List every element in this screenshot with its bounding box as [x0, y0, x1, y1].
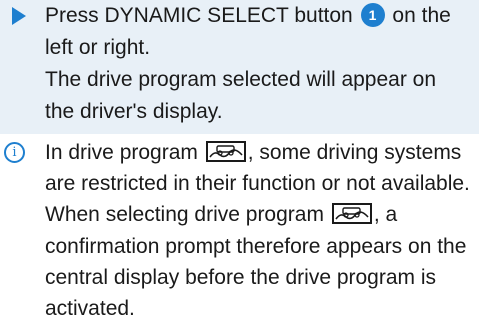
instruction-step: Press DYNAMIC SELECT button 1 on the lef… [0, 0, 479, 134]
note-part-1: In drive program [45, 141, 198, 164]
offroad-terrain-icon [331, 203, 372, 225]
offroad-terrain-icon [205, 141, 246, 162]
info-note: i In drive program , some driving system… [0, 137, 479, 320]
step-result: The drive program selected will appear o… [45, 68, 437, 123]
step-text-before: Press DYNAMIC SELECT button [45, 4, 353, 27]
manual-page: Press DYNAMIC SELECT button 1 on the lef… [0, 0, 479, 320]
step-arrow-icon [12, 7, 26, 25]
button-number-badge: 1 [360, 3, 385, 27]
step-text: Press DYNAMIC SELECT button 1 on the lef… [45, 0, 470, 128]
note-text: In drive program , some driving systems … [45, 137, 479, 324]
info-icon: i [4, 142, 25, 163]
